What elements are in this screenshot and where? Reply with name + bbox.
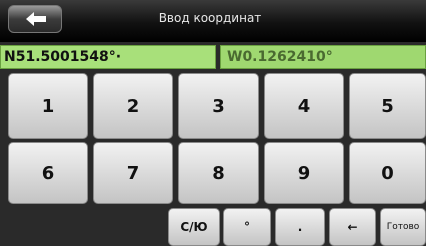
latitude-field[interactable]: N51.5001548°· <box>0 45 216 69</box>
key-5[interactable]: 5 <box>349 73 426 139</box>
title-bar: Ввод координат <box>0 0 426 42</box>
back-button[interactable] <box>8 5 62 33</box>
arrow-left-icon <box>26 12 46 26</box>
dot-button[interactable]: . <box>275 208 325 246</box>
key-0[interactable]: 0 <box>349 142 426 204</box>
degree-button[interactable]: ° <box>223 208 271 246</box>
key-9[interactable]: 9 <box>264 142 344 204</box>
key-3[interactable]: 3 <box>178 73 259 139</box>
page-title: Ввод координат <box>158 11 262 25</box>
key-1[interactable]: 1 <box>8 73 88 139</box>
hemisphere-toggle-button[interactable]: С/Ю <box>168 208 220 246</box>
key-4[interactable]: 4 <box>264 73 344 139</box>
backspace-button[interactable]: ← <box>329 208 376 246</box>
key-6[interactable]: 6 <box>8 142 88 204</box>
key-8[interactable]: 8 <box>178 142 259 204</box>
key-7[interactable]: 7 <box>93 142 173 204</box>
longitude-field[interactable]: W0.1262410° <box>220 45 426 69</box>
key-2[interactable]: 2 <box>93 73 173 139</box>
done-button[interactable]: Готово <box>380 208 426 246</box>
